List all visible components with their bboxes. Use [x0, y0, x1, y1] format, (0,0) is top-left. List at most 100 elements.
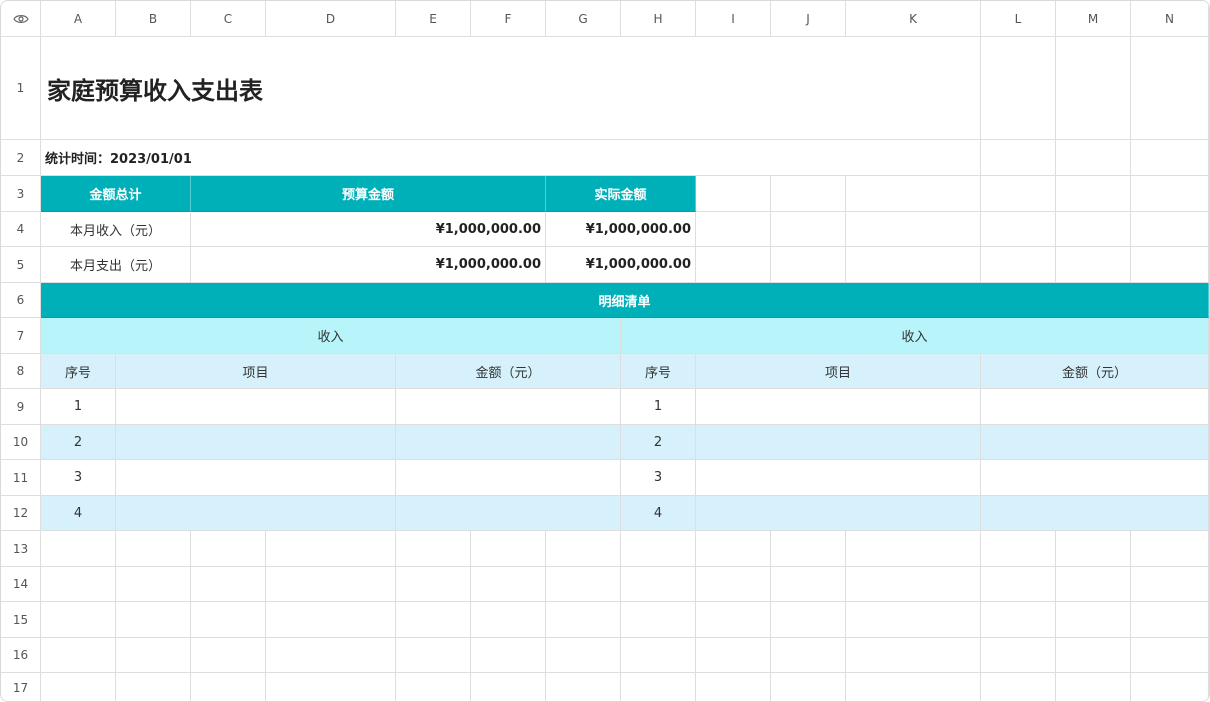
select-all-corner[interactable] [1, 1, 41, 37]
left-row-amount[interactable] [396, 496, 621, 531]
cell[interactable] [981, 212, 1056, 247]
left-header-amount[interactable]: 金额（元） [396, 354, 621, 389]
cell[interactable] [1131, 531, 1209, 567]
summary-row-label[interactable]: 本月支出（元） [41, 247, 191, 283]
cell[interactable] [846, 567, 981, 602]
cell[interactable] [696, 531, 771, 567]
cell[interactable] [981, 531, 1056, 567]
cell[interactable] [41, 673, 116, 701]
page-title[interactable]: 家庭预算收入支出表 [41, 37, 981, 140]
left-header-number[interactable]: 序号 [41, 354, 116, 389]
cell[interactable] [191, 602, 266, 638]
right-row-number[interactable]: 3 [621, 460, 696, 496]
cell[interactable] [191, 638, 266, 673]
cell[interactable] [1131, 602, 1209, 638]
cell[interactable] [471, 638, 546, 673]
cell[interactable] [846, 247, 981, 283]
cell[interactable] [981, 140, 1056, 176]
left-header-item[interactable]: 项目 [116, 354, 396, 389]
cell[interactable] [396, 673, 471, 701]
cell[interactable] [1131, 212, 1209, 247]
cell[interactable] [771, 176, 846, 212]
row-header-3[interactable]: 3 [1, 176, 41, 212]
cell[interactable] [546, 638, 621, 673]
cell[interactable] [771, 673, 846, 701]
column-header-N[interactable]: N [1131, 1, 1209, 37]
cell[interactable] [981, 673, 1056, 701]
column-header-H[interactable]: H [621, 1, 696, 37]
cell[interactable] [771, 247, 846, 283]
cell[interactable] [116, 673, 191, 701]
right-row-number[interactable]: 1 [621, 389, 696, 425]
right-row-amount[interactable] [981, 389, 1209, 425]
column-header-M[interactable]: M [1056, 1, 1131, 37]
row-header-6[interactable]: 6 [1, 283, 41, 318]
cell[interactable] [621, 531, 696, 567]
row-header-17[interactable]: 17 [1, 673, 41, 701]
cell[interactable] [981, 638, 1056, 673]
column-header-K[interactable]: K [846, 1, 981, 37]
cell[interactable] [396, 638, 471, 673]
cell[interactable] [41, 531, 116, 567]
right-row-amount[interactable] [981, 425, 1209, 460]
left-row-item[interactable] [116, 425, 396, 460]
right-row-amount[interactable] [981, 496, 1209, 531]
cell[interactable] [1131, 638, 1209, 673]
column-header-C[interactable]: C [191, 1, 266, 37]
right-header-amount[interactable]: 金额（元） [981, 354, 1209, 389]
left-row-number[interactable]: 2 [41, 425, 116, 460]
cell[interactable] [546, 673, 621, 701]
cell[interactable] [266, 531, 396, 567]
cell[interactable] [1056, 37, 1131, 140]
cell[interactable] [1056, 247, 1131, 283]
right-header-number[interactable]: 序号 [621, 354, 696, 389]
right-section-header[interactable]: 收入 [621, 318, 1209, 354]
row-header-9[interactable]: 9 [1, 389, 41, 425]
row-header-5[interactable]: 5 [1, 247, 41, 283]
cell[interactable] [846, 531, 981, 567]
right-header-item[interactable]: 项目 [696, 354, 981, 389]
cell[interactable] [1056, 602, 1131, 638]
cell[interactable] [696, 176, 771, 212]
cell[interactable] [116, 567, 191, 602]
cell[interactable] [771, 212, 846, 247]
cell[interactable] [116, 638, 191, 673]
column-header-J[interactable]: J [771, 1, 846, 37]
cell[interactable] [546, 531, 621, 567]
right-row-amount[interactable] [981, 460, 1209, 496]
cell[interactable] [41, 567, 116, 602]
cell[interactable] [1056, 531, 1131, 567]
column-header-I[interactable]: I [696, 1, 771, 37]
column-header-B[interactable]: B [116, 1, 191, 37]
cell[interactable] [1056, 140, 1131, 176]
cell[interactable] [696, 638, 771, 673]
row-header-2[interactable]: 2 [1, 140, 41, 176]
right-row-item[interactable] [696, 460, 981, 496]
cell[interactable] [41, 638, 116, 673]
left-row-number[interactable]: 4 [41, 496, 116, 531]
cell[interactable] [621, 673, 696, 701]
date-label[interactable]: 统计时间：2023/01/01 [41, 140, 981, 176]
summary-header-total[interactable]: 金额总计 [41, 176, 191, 212]
summary-actual-value[interactable]: ¥1,000,000.00 [546, 212, 696, 247]
row-header-4[interactable]: 4 [1, 212, 41, 247]
cell[interactable] [1056, 212, 1131, 247]
cell[interactable] [1131, 247, 1209, 283]
cell[interactable] [116, 602, 191, 638]
cell[interactable] [191, 673, 266, 701]
cell[interactable] [981, 247, 1056, 283]
cell[interactable] [266, 567, 396, 602]
cell[interactable] [266, 638, 396, 673]
cell[interactable] [696, 673, 771, 701]
left-row-amount[interactable] [396, 389, 621, 425]
right-row-number[interactable]: 4 [621, 496, 696, 531]
cell[interactable] [621, 602, 696, 638]
cell[interactable] [1131, 567, 1209, 602]
cell[interactable] [1056, 567, 1131, 602]
cell[interactable] [471, 567, 546, 602]
column-header-A[interactable]: A [41, 1, 116, 37]
summary-row-label[interactable]: 本月收入（元） [41, 212, 191, 247]
row-header-12[interactable]: 12 [1, 496, 41, 531]
cell[interactable] [846, 176, 981, 212]
column-header-L[interactable]: L [981, 1, 1056, 37]
